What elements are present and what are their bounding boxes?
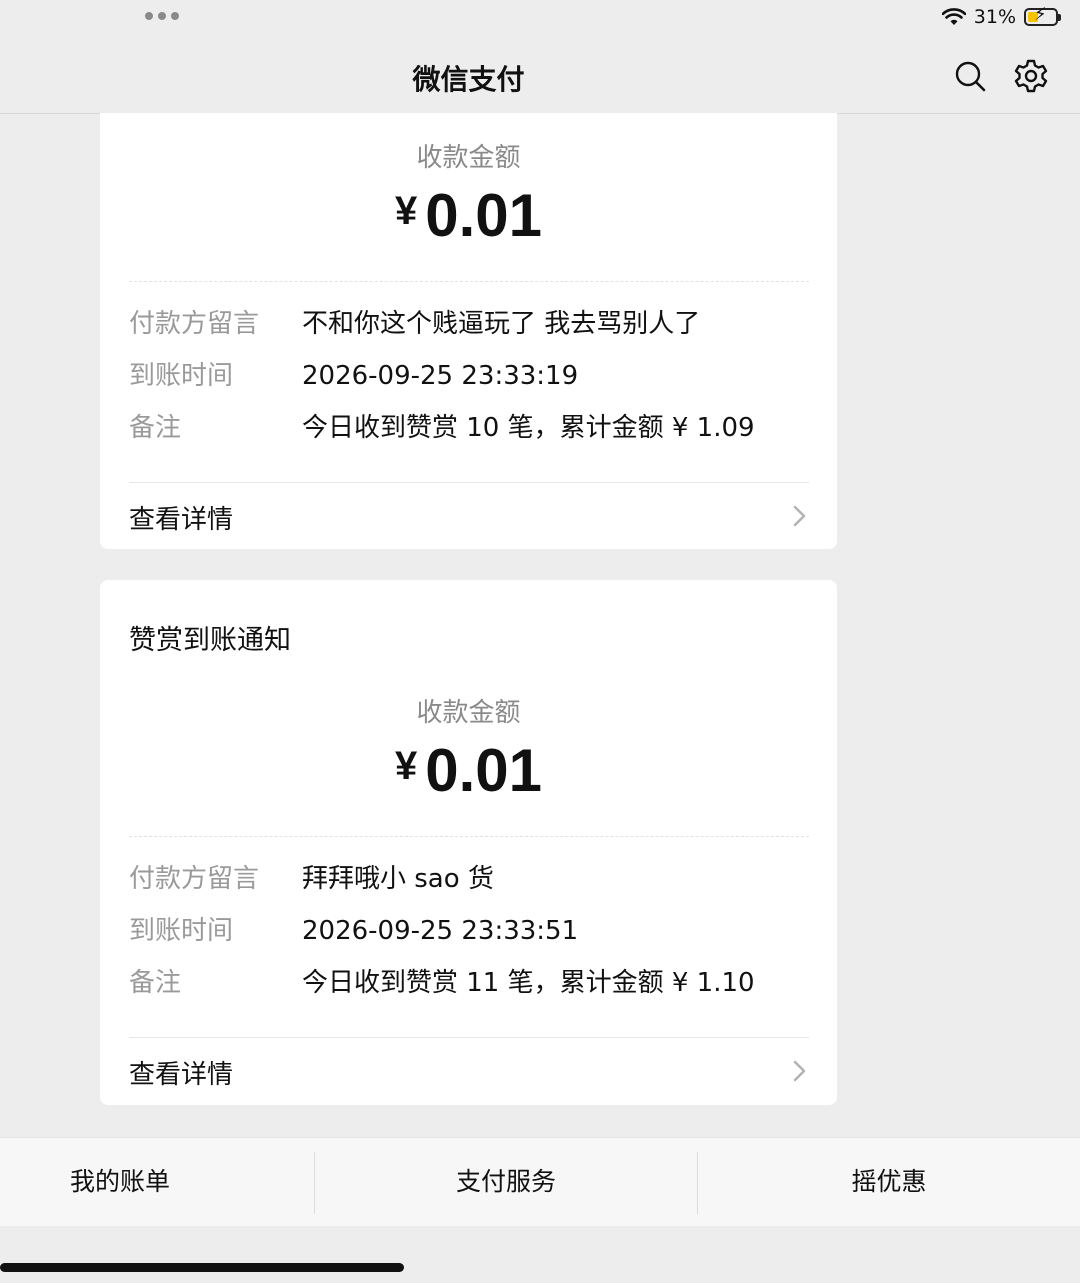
battery-percent: 31%	[973, 6, 1016, 28]
divider	[129, 482, 809, 483]
info-value: 2026-09-25 23:33:51	[302, 916, 579, 946]
nav-header: 微信支付	[0, 40, 1080, 114]
more-dots-icon[interactable]	[145, 12, 179, 20]
info-value: 不和你这个贱逼玩了 我去骂别人了	[302, 309, 701, 339]
divider	[129, 1037, 809, 1038]
view-details-label: 查看详情	[129, 505, 234, 535]
view-details-button[interactable]: 查看详情	[129, 1046, 809, 1096]
info-label: 备注	[129, 413, 182, 443]
amount-label: 收款金额	[416, 143, 521, 173]
info-row-message: 付款方留言 不和你这个贱逼玩了 我去骂别人了	[129, 304, 809, 344]
chevron-right-icon	[793, 505, 806, 527]
bottom-tab-bar: 我的账单 支付服务 摇优惠	[0, 1137, 1080, 1226]
amount: ¥0.01	[100, 181, 837, 250]
info-value: 2026-09-25 23:33:19	[302, 361, 579, 391]
info-value: 拜拜哦小 sao 货	[302, 864, 494, 894]
info-label: 到账时间	[129, 361, 234, 391]
info-row-time: 到账时间 2026-09-25 23:33:19	[129, 356, 809, 396]
payment-card-1: 收款金额 ¥0.01 付款方留言 不和你这个贱逼玩了 我去骂别人了 到账时间 2…	[100, 113, 837, 549]
info-row-remark: 备注 今日收到赞赏 11 笔，累计金额 ¥ 1.10	[129, 963, 809, 1003]
view-details-label: 查看详情	[129, 1060, 234, 1090]
card-title: 赞赏到账通知	[129, 625, 291, 656]
info-value: 今日收到赞赏 10 笔，累计金额 ¥ 1.09	[302, 413, 755, 443]
search-icon[interactable]	[952, 58, 988, 94]
info-label: 付款方留言	[129, 309, 260, 339]
payment-card-2: 赞赏到账通知 收款金额 ¥0.01 付款方留言 拜拜哦小 sao 货 到账时间 …	[100, 580, 837, 1105]
tab-payment-services[interactable]: 支付服务	[315, 1138, 697, 1226]
info-label: 付款方留言	[129, 864, 260, 894]
info-row-time: 到账时间 2026-09-25 23:33:51	[129, 911, 809, 951]
info-row-message: 付款方留言 拜拜哦小 sao 货	[129, 859, 809, 899]
amount-label: 收款金额	[416, 698, 521, 728]
amount-value: 0.01	[425, 182, 543, 249]
tab-my-bills[interactable]: 我的账单	[0, 1138, 240, 1226]
amount: ¥0.01	[100, 736, 837, 805]
currency-symbol: ¥	[394, 189, 418, 233]
wifi-icon	[941, 8, 966, 25]
home-indicator[interactable]	[0, 1263, 404, 1272]
status-bar: 31% ⚡	[0, 0, 1080, 40]
amount-value: 0.01	[425, 737, 543, 804]
view-details-button[interactable]: 查看详情	[129, 491, 809, 541]
info-value: 今日收到赞赏 11 笔，累计金额 ¥ 1.10	[302, 968, 755, 998]
info-row-remark: 备注 今日收到赞赏 10 笔，累计金额 ¥ 1.09	[129, 408, 809, 448]
settings-gear-icon[interactable]	[1013, 58, 1049, 94]
status-indicators: 31% ⚡	[941, 6, 1061, 28]
dashed-divider	[129, 281, 809, 282]
currency-symbol: ¥	[394, 744, 418, 788]
info-label: 备注	[129, 968, 182, 998]
battery-charging-icon: ⚡	[1024, 6, 1061, 26]
tab-shake-offers[interactable]: 摇优惠	[698, 1138, 1080, 1226]
dashed-divider	[129, 836, 809, 837]
info-label: 到账时间	[129, 916, 234, 946]
chevron-right-icon	[793, 1060, 806, 1082]
page-title: 微信支付	[412, 63, 525, 96]
